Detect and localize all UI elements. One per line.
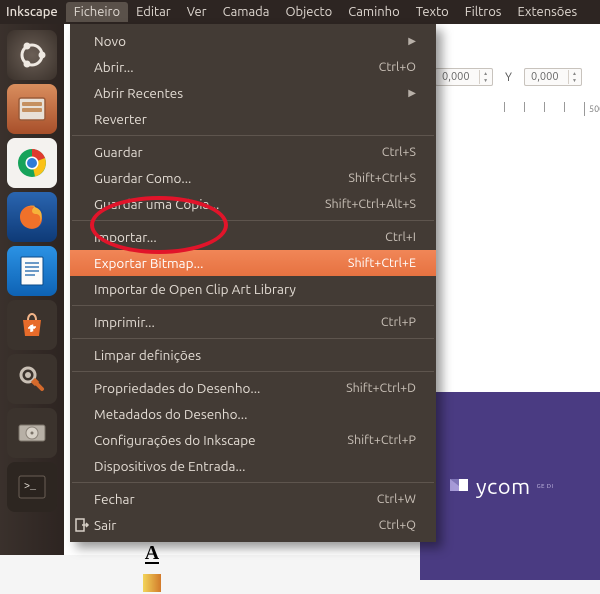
menuitem-dispositivos-entrada[interactable]: Dispositivos de Entrada...: [70, 453, 436, 479]
menu-ficheiro[interactable]: Ficheiro: [66, 2, 128, 22]
app-title: Inkscape: [4, 5, 66, 19]
terminal-icon: >_: [15, 472, 49, 502]
launcher-settings[interactable]: [7, 354, 57, 404]
ycom-panel: ycom GE DI: [420, 392, 600, 580]
menuitem-novo[interactable]: Novo▶: [70, 28, 436, 54]
menu-separator: [72, 338, 434, 339]
menu-separator: [72, 482, 434, 483]
text-tool-icon[interactable]: A: [145, 544, 159, 564]
menuitem-exportar-bitmap[interactable]: Exportar Bitmap...Shift+Ctrl+E: [70, 250, 436, 276]
firefox-icon: [15, 200, 49, 234]
submenu-arrow-icon: ▶: [408, 35, 416, 47]
exit-icon: [74, 517, 90, 533]
svg-text:>_: >_: [24, 482, 37, 493]
menu-separator: [72, 135, 434, 136]
bag-icon: [17, 310, 47, 340]
ycom-mark-icon: [448, 477, 470, 495]
gradient-tool-icon[interactable]: [141, 572, 163, 594]
coord-y-stepper[interactable]: ▲▼: [568, 70, 580, 84]
menuitem-importar-openclipart[interactable]: Importar de Open Clip Art Library: [70, 276, 436, 302]
disk-icon: [15, 419, 49, 447]
menuitem-guardar-como[interactable]: Guardar Como...Shift+Ctrl+S: [70, 165, 436, 191]
ycom-text: ycom: [476, 474, 531, 499]
menu-extensoes[interactable]: Extensões: [509, 2, 585, 22]
horizontal-ruler: 500: [494, 102, 600, 120]
launcher-writer[interactable]: [7, 246, 57, 296]
menuitem-importar[interactable]: Importar...Ctrl+I: [70, 224, 436, 250]
menuitem-propriedades-desenho[interactable]: Propriedades do Desenho...Shift+Ctrl+D: [70, 375, 436, 401]
coord-y-value: 0,000: [531, 71, 559, 83]
document-icon: [18, 254, 46, 288]
submenu-arrow-icon: ▶: [408, 87, 416, 99]
menuitem-limpar-definicoes[interactable]: Limpar definições: [70, 342, 436, 368]
gear-wrench-icon: [15, 362, 49, 396]
coord-y-label: Y: [505, 71, 512, 84]
menuitem-reverter[interactable]: Reverter: [70, 106, 436, 132]
menuitem-abrir[interactable]: Abrir...Ctrl+O: [70, 54, 436, 80]
launcher-software-center[interactable]: [7, 300, 57, 350]
ficheiro-dropdown: Novo▶ Abrir...Ctrl+O Abrir Recentes▶ Rev…: [70, 24, 436, 542]
launcher-ubuntu-dash[interactable]: [7, 30, 57, 80]
menuitem-abrir-recentes[interactable]: Abrir Recentes▶: [70, 80, 436, 106]
menu-filtros[interactable]: Filtros: [457, 2, 510, 22]
launcher-files[interactable]: [7, 84, 57, 134]
coord-y-field[interactable]: 0,000 ▲▼: [524, 68, 582, 86]
ycom-subtext: GE DI: [537, 483, 554, 490]
menuitem-metadados-desenho[interactable]: Metadados do Desenho...: [70, 401, 436, 427]
ubuntu-icon: [15, 38, 49, 72]
menu-objecto[interactable]: Objecto: [277, 2, 340, 22]
menuitem-sair[interactable]: SairCtrl+Q: [70, 512, 436, 538]
chrome-icon: [15, 146, 49, 180]
menu-separator: [72, 220, 434, 221]
menu-separator: [72, 371, 434, 372]
launcher-chrome[interactable]: [7, 138, 57, 188]
menu-caminho[interactable]: Caminho: [340, 2, 408, 22]
coord-x-value: 0,000: [442, 71, 470, 83]
menu-texto[interactable]: Texto: [408, 2, 457, 22]
menu-editar[interactable]: Editar: [128, 2, 179, 22]
launcher-firefox[interactable]: [7, 192, 57, 242]
menu-camada[interactable]: Camada: [215, 2, 278, 22]
unity-launcher: >_: [0, 24, 64, 555]
coord-x-stepper[interactable]: ▲▼: [479, 70, 491, 84]
menuitem-guardar-copia[interactable]: Guardar uma Cópia...Shift+Ctrl+Alt+S: [70, 191, 436, 217]
ycom-logo: ycom GE DI: [448, 474, 554, 499]
menuitem-fechar[interactable]: FecharCtrl+W: [70, 486, 436, 512]
menuitem-configuracoes-inkscape[interactable]: Configurações do InkscapeShift+Ctrl+P: [70, 427, 436, 453]
menuitem-imprimir[interactable]: Imprimir...Ctrl+P: [70, 309, 436, 335]
menubar: Inkscape Ficheiro Editar Ver Camada Obje…: [0, 0, 600, 24]
menu-separator: [72, 305, 434, 306]
coord-x-field[interactable]: 0,000 ▲▼: [435, 68, 493, 86]
menu-ver[interactable]: Ver: [179, 2, 215, 22]
ruler-mark: 500: [589, 104, 600, 114]
menuitem-guardar[interactable]: GuardarCtrl+S: [70, 139, 436, 165]
coordinate-readout: X 0,000 ▲▼ Y 0,000 ▲▼: [416, 68, 582, 86]
files-icon: [15, 94, 49, 124]
launcher-terminal[interactable]: >_: [7, 462, 57, 512]
launcher-disks[interactable]: [7, 408, 57, 458]
